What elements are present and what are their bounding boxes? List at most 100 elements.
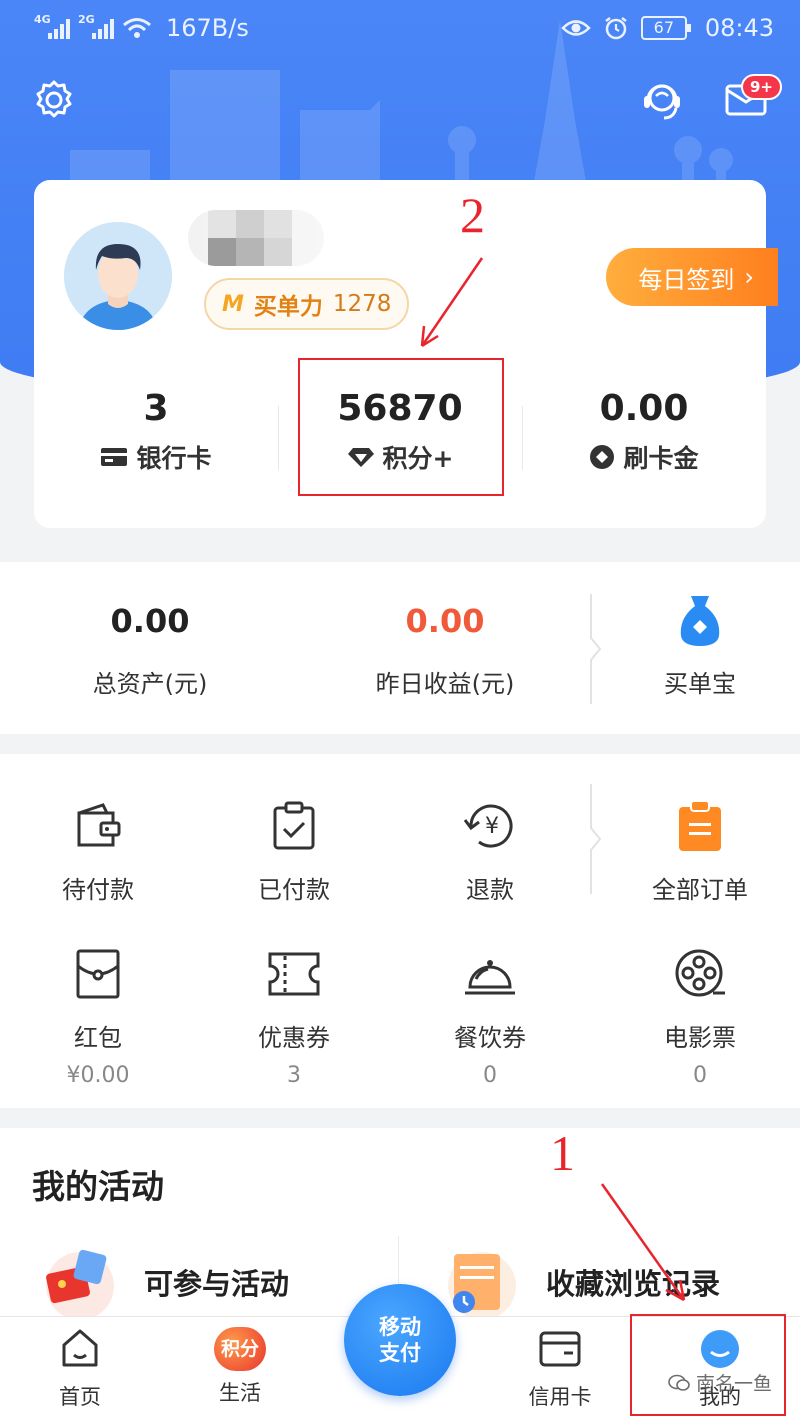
annotation-arrow-2 — [420, 257, 484, 348]
settings-button[interactable] — [32, 78, 76, 126]
nav-label: 生活 — [219, 1381, 261, 1405]
activities-title: 我的活动 — [32, 1167, 164, 1206]
maidanbao-label: 买单宝 — [664, 670, 736, 698]
wifi-icon — [123, 18, 151, 38]
pay-label-line2: 支付 — [379, 1341, 421, 1365]
username-masked — [188, 210, 324, 266]
voucher-label: 电影票 — [664, 1024, 736, 1052]
orders-icon — [679, 800, 721, 851]
bank-card-icon — [101, 448, 128, 466]
nav-label: 信用卡 — [528, 1385, 592, 1409]
annotation-box-mine — [630, 1314, 786, 1416]
daily-checkin-button[interactable]: 每日签到 › — [606, 248, 778, 306]
yesterday-earnings[interactable]: 0.00 昨日收益(元) — [345, 602, 545, 699]
pay-label-line1: 移动 — [379, 1315, 421, 1339]
nav-life[interactable]: 积分 生活 — [180, 1327, 300, 1407]
watermark: 南名一鱼 — [668, 1369, 772, 1396]
clipboard-check-icon — [273, 801, 315, 850]
maidanbao-button[interactable]: 买单宝 — [610, 592, 790, 699]
coupons-button[interactable]: 优惠券 3 — [204, 944, 384, 1088]
refund-yen-icon: ¥ — [463, 804, 513, 848]
network-type-label: 2G — [78, 13, 95, 26]
status-bar: 4G 2G 167B/s 67 08:43 — [0, 0, 800, 56]
stat-bank-cards[interactable]: 3 银行卡 — [34, 388, 278, 475]
clock: 08:43 — [704, 14, 774, 42]
m-logo-icon: M — [222, 291, 244, 317]
pending-payment-button[interactable]: 待付款 — [8, 796, 188, 905]
dining-cloche-icon — [465, 960, 515, 995]
total-assets-value: 0.00 — [110, 602, 190, 640]
yesterday-earnings-label: 昨日收益(元) — [375, 670, 515, 698]
chevron-right-icon: › — [744, 263, 754, 291]
alarm-icon — [605, 17, 627, 40]
stat-value: 3 — [143, 388, 169, 429]
bookmark-history-icon — [448, 1252, 516, 1318]
order-label: 已付款 — [258, 876, 330, 904]
voucher-value: ¥0.00 — [66, 1063, 130, 1088]
activity-label: 可参与活动 — [144, 1267, 290, 1301]
message-count-badge: 9+ — [740, 74, 782, 100]
points-life-icon: 积分 — [214, 1327, 266, 1371]
voucher-label: 红包 — [74, 1024, 122, 1052]
eye-comfort-icon — [561, 20, 591, 36]
home-icon — [62, 1329, 98, 1367]
network-type-label: 4G — [34, 13, 51, 26]
wallet-icon — [77, 803, 121, 847]
gear-icon — [36, 80, 72, 118]
user-avatar-icon — [64, 222, 172, 330]
movie-tickets-button[interactable]: 电影票 0 — [610, 944, 790, 1088]
checkin-label: 每日签到 — [638, 265, 735, 294]
annotation-number-1: 1 — [550, 1125, 575, 1181]
section-divider-chevron — [590, 594, 602, 704]
paid-orders-button[interactable]: 已付款 — [204, 796, 384, 905]
customer-service-button[interactable] — [638, 76, 686, 128]
refund-button[interactable]: ¥ 退款 — [400, 796, 580, 905]
watermark-text: 南名一鱼 — [695, 1373, 772, 1395]
red-envelope-icon — [76, 949, 120, 999]
yesterday-earnings-value: 0.00 — [405, 602, 485, 640]
gift-activity-icon — [46, 1249, 114, 1318]
red-envelope-button[interactable]: 红包 ¥0.00 — [8, 944, 188, 1088]
order-label: 全部订单 — [652, 876, 748, 904]
stat-card-cash[interactable]: 0.00 刷卡金 — [522, 388, 766, 475]
annotation-box-points — [298, 358, 504, 496]
nav-label: 首页 — [59, 1385, 101, 1409]
money-bag-icon — [680, 596, 720, 646]
order-label: 待付款 — [62, 876, 134, 904]
buy-power-value: 1278 — [332, 291, 392, 317]
stat-value: 0.00 — [599, 388, 689, 429]
nav-home[interactable]: 首页 — [20, 1327, 140, 1411]
avatar[interactable] — [64, 222, 172, 330]
signal-4g-icon: 4G — [34, 13, 70, 39]
coupon-icon — [268, 952, 320, 996]
headset-agent-icon — [644, 84, 680, 120]
network-speed: 167B/s — [166, 14, 249, 42]
nav-credit-card[interactable]: 信用卡 — [500, 1327, 620, 1411]
total-assets-label: 总资产(元) — [92, 670, 208, 698]
wechat-icon — [668, 1374, 690, 1391]
mobile-pay-button[interactable]: 移动 支付 — [344, 1284, 456, 1396]
total-assets[interactable]: 0.00 总资产(元) — [50, 602, 250, 699]
voucher-value: 0 — [693, 1063, 707, 1088]
order-label: 退款 — [466, 876, 514, 904]
signal-2g-icon: 2G — [78, 13, 114, 39]
battery-icon: 67 — [640, 16, 691, 40]
voucher-label: 餐饮券 — [454, 1024, 526, 1052]
voucher-label: 优惠券 — [258, 1024, 330, 1052]
credit-card-icon — [539, 1331, 581, 1367]
buy-power-pill[interactable]: M 买单力 1278 — [204, 278, 410, 330]
voucher-value: 0 — [483, 1063, 497, 1088]
buy-power-label: 买单力 — [253, 294, 323, 320]
assets-panel: 0.00 总资产(元) 0.00 昨日收益(元) 买单宝 — [0, 562, 800, 734]
all-orders-button[interactable]: 全部订单 — [610, 796, 790, 905]
annotation-arrow-1 — [600, 1183, 686, 1302]
coin-icon — [590, 445, 615, 469]
available-activities-item[interactable]: 可参与活动 — [42, 1246, 289, 1318]
messages-button[interactable]: 9+ — [724, 74, 782, 124]
section-divider-chevron — [590, 784, 602, 894]
stat-label: 银行卡 — [136, 444, 212, 473]
dining-vouchers-button[interactable]: 餐饮券 0 — [400, 944, 580, 1088]
stat-label: 刷卡金 — [623, 444, 699, 473]
annotation-number-2: 2 — [460, 187, 485, 243]
film-reel-icon — [675, 949, 725, 997]
